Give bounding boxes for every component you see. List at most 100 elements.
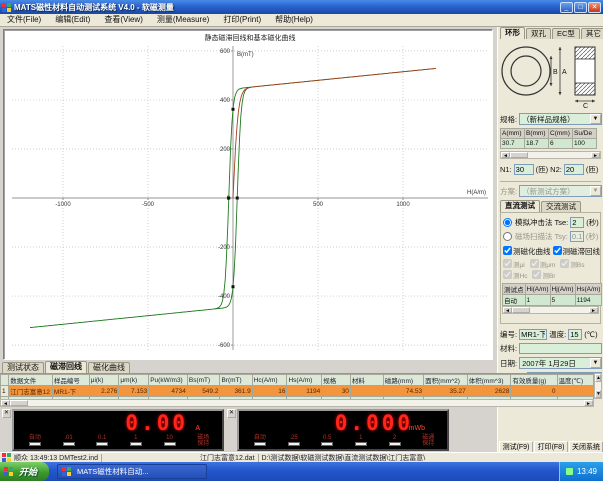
material-input[interactable] xyxy=(519,343,602,354)
results-header-cell[interactable]: 数据文件 xyxy=(9,375,53,386)
scroll-left-icon[interactable]: ◄ xyxy=(1,400,10,406)
core-shape-tab[interactable]: EC型 xyxy=(552,28,580,39)
minimize-icon[interactable]: _ xyxy=(560,2,573,13)
results-vscrollbar[interactable]: ▲ ▼ xyxy=(594,373,602,399)
results-cell[interactable]: 2.276 xyxy=(89,386,119,397)
dims-value-cell[interactable]: 100 xyxy=(573,139,597,149)
scroll-right-icon[interactable]: ► xyxy=(589,307,598,313)
results-cell[interactable]: 549.2 xyxy=(187,386,220,397)
results-cell[interactable]: MR1-下 xyxy=(52,386,89,397)
results-tab[interactable]: 测试状态 xyxy=(2,362,44,373)
scroll-right-icon[interactable]: ► xyxy=(591,152,600,158)
test-mode-tab[interactable]: 直流测试 xyxy=(500,200,540,212)
results-header-cell[interactable]: 磁路(mm) xyxy=(383,375,423,386)
temperature-input[interactable] xyxy=(568,329,582,340)
results-cell[interactable]: 7.153 xyxy=(119,386,149,397)
maximize-icon[interactable]: □ xyxy=(574,2,587,13)
results-cell[interactable]: 74.53 xyxy=(383,386,423,397)
impulse-method-radio[interactable] xyxy=(503,218,512,227)
results-cell[interactable]: 4734 xyxy=(149,386,188,397)
results-cell[interactable]: 0 xyxy=(511,386,557,397)
date-dropdown[interactable]: 2007年 1月29日 ▼ xyxy=(519,357,602,369)
results-cell[interactable]: 30 xyxy=(322,386,351,397)
dims-value-cell[interactable]: 30.7 xyxy=(501,139,525,149)
tse-input[interactable] xyxy=(570,217,584,228)
results-header-cell[interactable]: 规格 xyxy=(322,375,351,386)
sweep-method-radio[interactable] xyxy=(503,232,512,241)
menu-item[interactable]: 测量(Measure) xyxy=(150,14,216,26)
results-header-cell[interactable]: Pu(kW/m3) xyxy=(149,375,188,386)
menu-item[interactable]: 编辑(Edit) xyxy=(48,14,97,26)
meter-range-button[interactable]: .25 xyxy=(277,435,311,447)
meter-close-icon[interactable]: ✕ xyxy=(2,409,11,418)
start-button[interactable]: 开始 xyxy=(0,462,49,481)
meter-range-button[interactable]: 自动 xyxy=(18,435,52,447)
menu-item[interactable]: 查看(View) xyxy=(97,14,150,26)
points-value-cell[interactable]: 5 xyxy=(550,295,575,306)
results-cell[interactable]: 江门志富意12 xyxy=(9,386,53,397)
results-header-cell[interactable]: Hc(A/m) xyxy=(252,375,287,386)
dims-value-cell[interactable]: 6 xyxy=(549,139,573,149)
results-cell[interactable] xyxy=(557,386,593,397)
sub-measure-checkbox[interactable]: 测Bs xyxy=(560,259,584,269)
meter-range-button[interactable]: 1 xyxy=(344,435,378,447)
scheme-dropdown[interactable]: （新测试方案） ▼ xyxy=(519,185,602,197)
results-header-cell[interactable]: 材料 xyxy=(350,375,383,386)
results-cell[interactable]: 16 xyxy=(252,386,287,397)
results-cell[interactable]: 1194 xyxy=(287,386,322,397)
meter-range-button[interactable]: 1 xyxy=(119,435,153,447)
chevron-down-icon[interactable]: ▼ xyxy=(590,358,601,368)
results-header-cell[interactable]: 温度(℃) xyxy=(557,375,593,386)
taskbar-app-button[interactable]: MATS磁性材料自动... xyxy=(57,464,207,479)
meter-range-button[interactable]: 0.1 xyxy=(85,435,119,447)
meter-hold-button[interactable]: 磁场保持 xyxy=(186,435,220,447)
sample-id-input[interactable] xyxy=(519,329,547,340)
chevron-down-icon[interactable]: ▼ xyxy=(590,114,601,124)
measure-magnetization-checkbox[interactable]: 测磁化曲线 xyxy=(503,246,551,257)
meter-range-button[interactable]: 2 xyxy=(378,435,412,447)
scroll-right-icon[interactable]: ► xyxy=(584,400,593,406)
test-mode-tab[interactable]: 交流测试 xyxy=(541,201,581,212)
results-cell[interactable]: 361.9 xyxy=(220,386,252,397)
results-row[interactable]: 1江门志富意12MR1-下2.2767.1534734549.2361.9161… xyxy=(1,386,594,397)
n2-input[interactable] xyxy=(564,164,584,175)
scroll-left-icon[interactable]: ◄ xyxy=(501,152,510,158)
dims-hscrollbar[interactable]: ◄ ► xyxy=(500,151,601,159)
tsy-input[interactable] xyxy=(570,231,584,242)
dims-value-cell[interactable]: 18.7 xyxy=(525,139,549,149)
results-cell[interactable]: 2628 xyxy=(467,386,511,397)
spec-dropdown[interactable]: （新样品规格） ▼ xyxy=(519,113,602,125)
chevron-down-icon[interactable]: ▼ xyxy=(590,186,601,196)
core-shape-tab[interactable]: 双孔 xyxy=(526,28,551,39)
points-hscrollbar[interactable]: ◄ ► xyxy=(502,306,599,314)
core-shape-tab[interactable]: 其它 xyxy=(581,28,603,39)
meter-range-button[interactable]: 10 xyxy=(153,435,187,447)
scroll-up-icon[interactable]: ▲ xyxy=(595,374,601,382)
results-header-cell[interactable]: μi(k) xyxy=(89,375,119,386)
results-header-cell[interactable]: Bs(mT) xyxy=(187,375,220,386)
menu-item[interactable]: 打印(Print) xyxy=(216,14,268,26)
scroll-left-icon[interactable]: ◄ xyxy=(503,307,512,313)
results-tab[interactable]: 磁化曲线 xyxy=(88,362,130,373)
results-header-cell[interactable]: 样品编号 xyxy=(52,375,89,386)
results-header-cell[interactable]: 面积(mm^2) xyxy=(424,375,468,386)
sub-measure-checkbox[interactable]: 测μm xyxy=(530,259,556,269)
results-hscrollbar[interactable]: ◄ ► xyxy=(0,399,594,407)
results-cell[interactable] xyxy=(350,386,383,397)
meter-range-button[interactable]: 0.5 xyxy=(310,435,344,447)
n1-input[interactable] xyxy=(514,164,534,175)
results-header-cell[interactable]: Br(mT) xyxy=(220,375,252,386)
points-value-cell[interactable]: 1194 xyxy=(575,295,602,306)
meter-close-icon[interactable]: ✕ xyxy=(227,409,236,418)
core-shape-tab[interactable]: 环形 xyxy=(500,27,525,39)
results-header-cell[interactable]: 体积(mm^3) xyxy=(467,375,511,386)
points-value-cell[interactable]: 自动 xyxy=(503,295,526,306)
results-header-cell[interactable]: μm(k) xyxy=(119,375,149,386)
results-cell[interactable]: 35.27 xyxy=(424,386,468,397)
results-header-cell[interactable]: 有效质量(g) xyxy=(511,375,557,386)
meter-range-button[interactable]: 自动 xyxy=(243,435,277,447)
tray-status-icon[interactable] xyxy=(566,468,573,475)
scroll-down-icon[interactable]: ▼ xyxy=(595,390,601,398)
measure-hysteresis-checkbox[interactable]: 测磁滞回线 xyxy=(553,246,601,257)
sub-measure-checkbox[interactable]: 测Br xyxy=(532,270,555,280)
